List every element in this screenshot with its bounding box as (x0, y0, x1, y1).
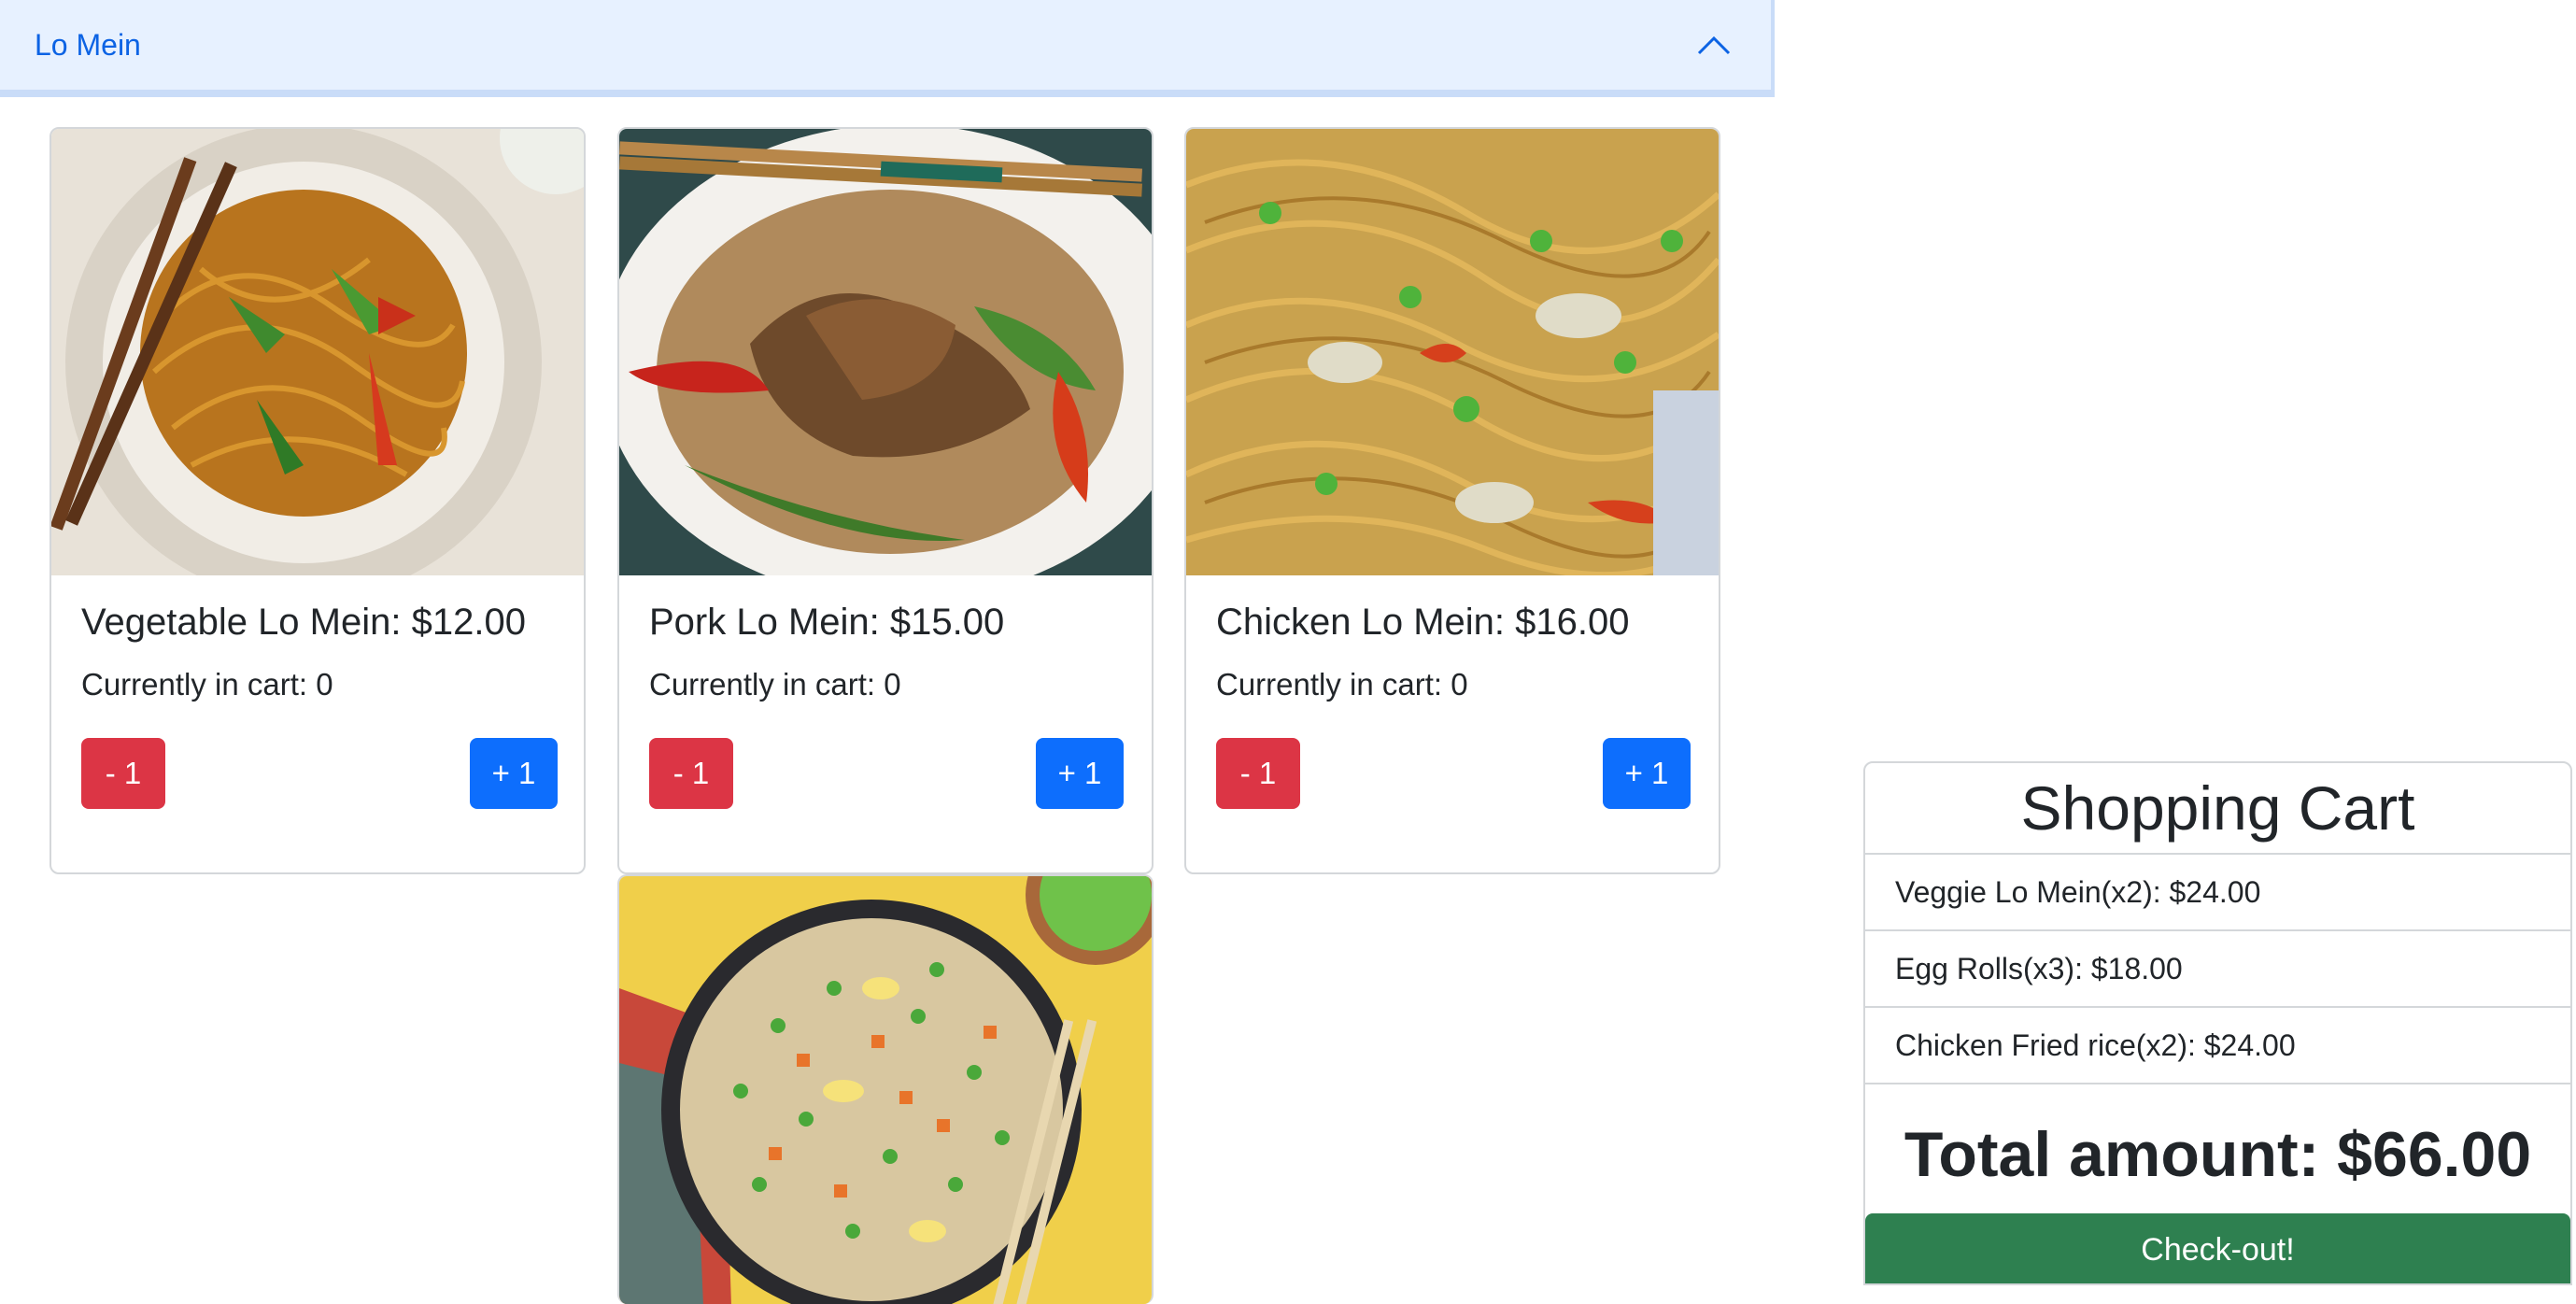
cart-item: Veggie Lo Mein(x2): $24.00 (1865, 853, 2570, 929)
menu-card-pork-lo-mein: Pork Lo Mein: $15.00 Currently in cart: … (617, 127, 1154, 874)
decrement-button[interactable]: - 1 (649, 738, 733, 809)
cart-title: Shopping Cart (2020, 773, 2415, 843)
divider (1865, 1083, 2570, 1084)
menu-card-fried-rice (617, 874, 1154, 1304)
menu-card-chicken-lo-mein: Chicken Lo Mein: $16.00 Currently in car… (1184, 127, 1720, 874)
chicken-lo-mein-photo (1186, 129, 1719, 575)
card-title: Pork Lo Mein: $15.00 (649, 602, 1005, 643)
menu-card-vegetable-lo-mein: Vegetable Lo Mein: $12.00 Currently in c… (50, 127, 586, 874)
fried-rice-photo (619, 876, 1152, 1304)
accordion-header-lo-mein[interactable]: Lo Mein (0, 0, 1775, 97)
cart-count: Currently in cart: 0 (1216, 667, 1468, 702)
cart-count: Currently in cart: 0 (81, 667, 333, 702)
decrement-button[interactable]: - 1 (81, 738, 165, 809)
increment-button[interactable]: + 1 (1036, 738, 1124, 809)
vegetable-lo-mein-photo (51, 129, 584, 575)
pork-lo-mein-photo (619, 129, 1152, 575)
accordion-title: Lo Mein (35, 28, 141, 62)
checkout-button[interactable]: Check-out! (1865, 1213, 2570, 1283)
cart-item: Chicken Fried rice(x2): $24.00 (1865, 1006, 2570, 1083)
cart-item: Egg Rolls(x3): $18.00 (1865, 929, 2570, 1006)
shopping-cart-panel: Shopping Cart Veggie Lo Mein(x2): $24.00… (1863, 761, 2572, 1285)
cart-count: Currently in cart: 0 (649, 667, 901, 702)
cart-total: Total amount: $66.00 (1904, 1119, 2532, 1190)
card-title: Vegetable Lo Mein: $12.00 (81, 602, 526, 643)
increment-button[interactable]: + 1 (1603, 738, 1691, 809)
chevron-up-icon[interactable] (1695, 31, 1733, 59)
decrement-button[interactable]: - 1 (1216, 738, 1300, 809)
card-title: Chicken Lo Mein: $16.00 (1216, 602, 1630, 643)
increment-button[interactable]: + 1 (470, 738, 558, 809)
